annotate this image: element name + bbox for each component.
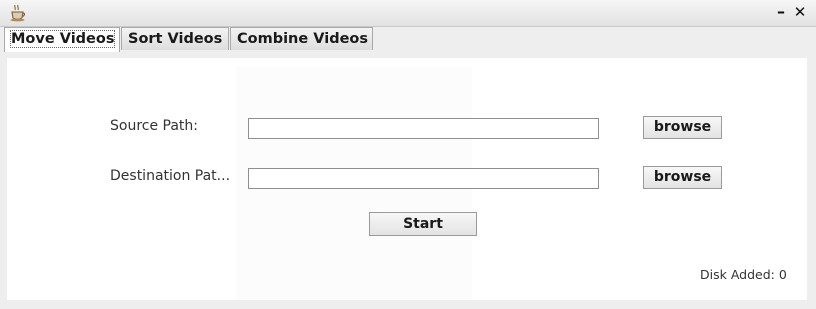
start-button[interactable]: Start: [369, 212, 477, 236]
move-videos-panel: Source Path: browse Destination Pat... b…: [7, 58, 807, 300]
disk-added-count: 0: [778, 267, 787, 282]
tab-sort-videos[interactable]: Sort Videos: [121, 27, 229, 50]
source-path-input[interactable]: [248, 118, 599, 139]
tab-move-videos-label: Move Videos: [9, 30, 116, 48]
source-browse-button[interactable]: browse: [643, 116, 722, 139]
close-button[interactable]: ✕: [791, 3, 809, 21]
minimize-button[interactable]: –: [772, 3, 790, 21]
tab-combine-videos-label: Combine Videos: [237, 31, 369, 47]
destination-path-label: Destination Pat...: [110, 168, 231, 184]
title-bar: – ✕: [0, 0, 816, 27]
tab-move-videos[interactable]: Move Videos: [4, 27, 120, 52]
disk-added-status: Disk Added: 0: [700, 267, 787, 282]
tab-sort-videos-label: Sort Videos: [128, 31, 223, 47]
disk-added-label: Disk Added:: [700, 267, 775, 282]
tab-combine-videos[interactable]: Combine Videos: [230, 27, 373, 50]
destination-browse-button[interactable]: browse: [643, 166, 722, 189]
destination-path-input[interactable]: [248, 168, 599, 189]
source-path-label: Source Path:: [110, 118, 199, 134]
coffee-cup-icon: [10, 4, 26, 22]
